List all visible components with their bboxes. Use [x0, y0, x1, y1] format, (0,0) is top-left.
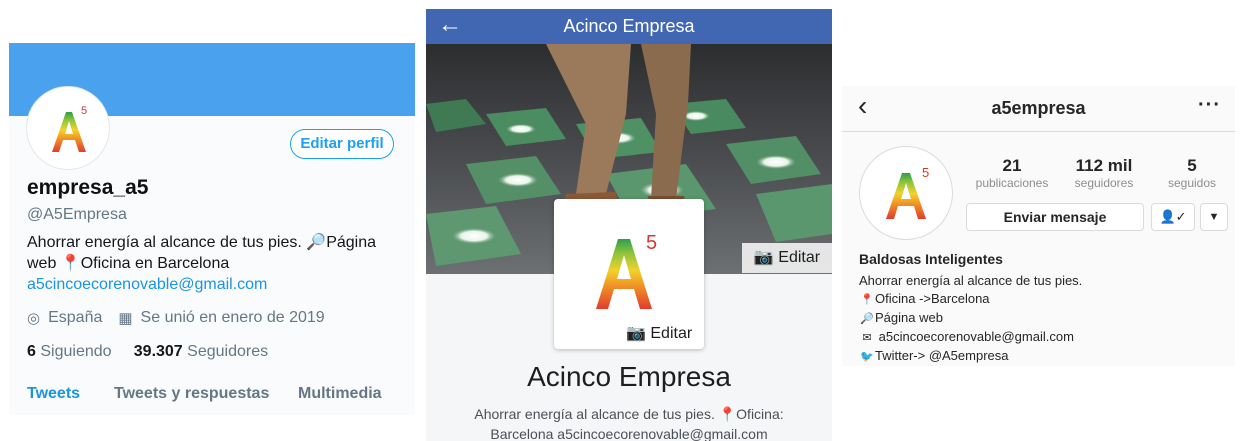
instagram-profile-panel: ‹ a5empresa ··· 5 21 publicaciones 112 mi…: [842, 86, 1235, 366]
bio-line: Ahorrar energía al alcance de tus pies.: [859, 273, 1083, 288]
caret-down-icon: ▼: [1208, 211, 1220, 223]
followers-link[interactable]: 39.307 Seguidores: [134, 343, 268, 360]
edit-picture-button[interactable]: 📷 Editar: [626, 323, 692, 343]
more-options-icon[interactable]: ···: [1198, 94, 1221, 117]
magnifier-icon: 🔎: [860, 313, 874, 325]
bio-text: Ahorrar energía al alcance de tus pies.: [27, 234, 307, 251]
stat-posts[interactable]: 21 publicaciones: [968, 156, 1056, 190]
bio-link-text: Página: [326, 234, 377, 251]
bio-line: Página web: [875, 310, 943, 325]
handle: @A5Empresa: [27, 206, 127, 223]
page-title: Acinco Empresa: [563, 16, 695, 36]
page-name: Acinco Empresa: [527, 361, 731, 392]
bio-line[interactable]: a5cincoecorenovable@gmail.com: [879, 329, 1074, 344]
bio-text-2: web: [27, 255, 61, 272]
stat-following[interactable]: 5 seguidos: [1152, 156, 1232, 190]
top-bar: ‹ a5empresa ···: [842, 86, 1235, 132]
bio-line: Oficina ->Barcelona: [875, 291, 990, 306]
bio: Ahorrar energía al alcance de tus pies. …: [859, 272, 1082, 366]
avatar[interactable]: 5: [27, 87, 109, 169]
a5-logo: 5: [886, 165, 929, 219]
tab-tweets-replies[interactable]: Tweets y respuestas: [114, 385, 269, 403]
bio-line: Twitter-> @A5empresa: [875, 348, 1009, 363]
bio: Ahorrar energía al alcance de tus pies. …: [27, 232, 407, 295]
camera-icon: 📷: [753, 249, 774, 266]
location-pin-icon: ◎: [27, 310, 41, 327]
envelope-icon: ✉: [862, 332, 872, 344]
edit-cover-button[interactable]: 📷 Editar: [742, 243, 832, 273]
top-bar: ← Acinco Empresa: [426, 9, 832, 44]
display-name: empresa_a5: [27, 176, 149, 199]
svg-text:5: 5: [922, 165, 929, 180]
location-text: España: [48, 309, 103, 326]
edit-profile-button[interactable]: Editar perfil: [290, 129, 394, 159]
avatar[interactable]: 5: [859, 146, 953, 240]
red-pin-icon: 📍: [860, 294, 874, 306]
following-toggle-button[interactable]: 👤✓: [1151, 203, 1195, 231]
follow-counts: 6 Siguiendo 39.307 Seguidores: [27, 343, 268, 361]
camera-icon: 📷: [626, 325, 646, 342]
person-check-icon: 👤✓: [1159, 209, 1187, 224]
red-pin-icon: 📍: [718, 406, 737, 422]
svg-text:5: 5: [81, 105, 87, 117]
a5-logo: 5: [52, 105, 87, 152]
profile-meta: ◎ España ▦ Se unió en enero de 2019: [27, 309, 325, 327]
tab-tweets[interactable]: Tweets: [27, 385, 80, 403]
twitter-profile-panel: 5 Editar perfil empresa_a5 @A5Empresa Ah…: [9, 43, 415, 415]
facebook-page-panel: ← Acinco Empresa 📷 Editar 5 📷 Editar Aci…: [426, 9, 832, 441]
office-text: Oficina en Barcelona: [80, 255, 230, 272]
following-link[interactable]: 6 Siguiendo: [27, 343, 112, 360]
joined-text: Se unió en enero de 2019: [140, 309, 325, 326]
svg-text:5: 5: [646, 232, 657, 254]
magnifier-icon: 🔎: [306, 234, 327, 251]
bird-icon: 🐦: [860, 351, 874, 363]
send-message-button[interactable]: Enviar mensaje: [966, 203, 1144, 231]
suggestions-dropdown-button[interactable]: ▼: [1200, 203, 1228, 231]
page-bio: Ahorrar energía al alcance de tus pies. …: [474, 406, 784, 441]
calendar-icon: ▦: [118, 310, 133, 327]
email-link[interactable]: a5cincoecorenovable@gmail.com: [27, 276, 267, 293]
red-pin-icon: 📍: [60, 255, 81, 272]
bio-name: Baldosas Inteligentes: [859, 251, 1003, 267]
tab-media[interactable]: Multimedia: [298, 385, 382, 403]
username: a5empresa: [991, 98, 1086, 118]
stat-followers[interactable]: 112 mil seguidores: [1060, 156, 1148, 190]
